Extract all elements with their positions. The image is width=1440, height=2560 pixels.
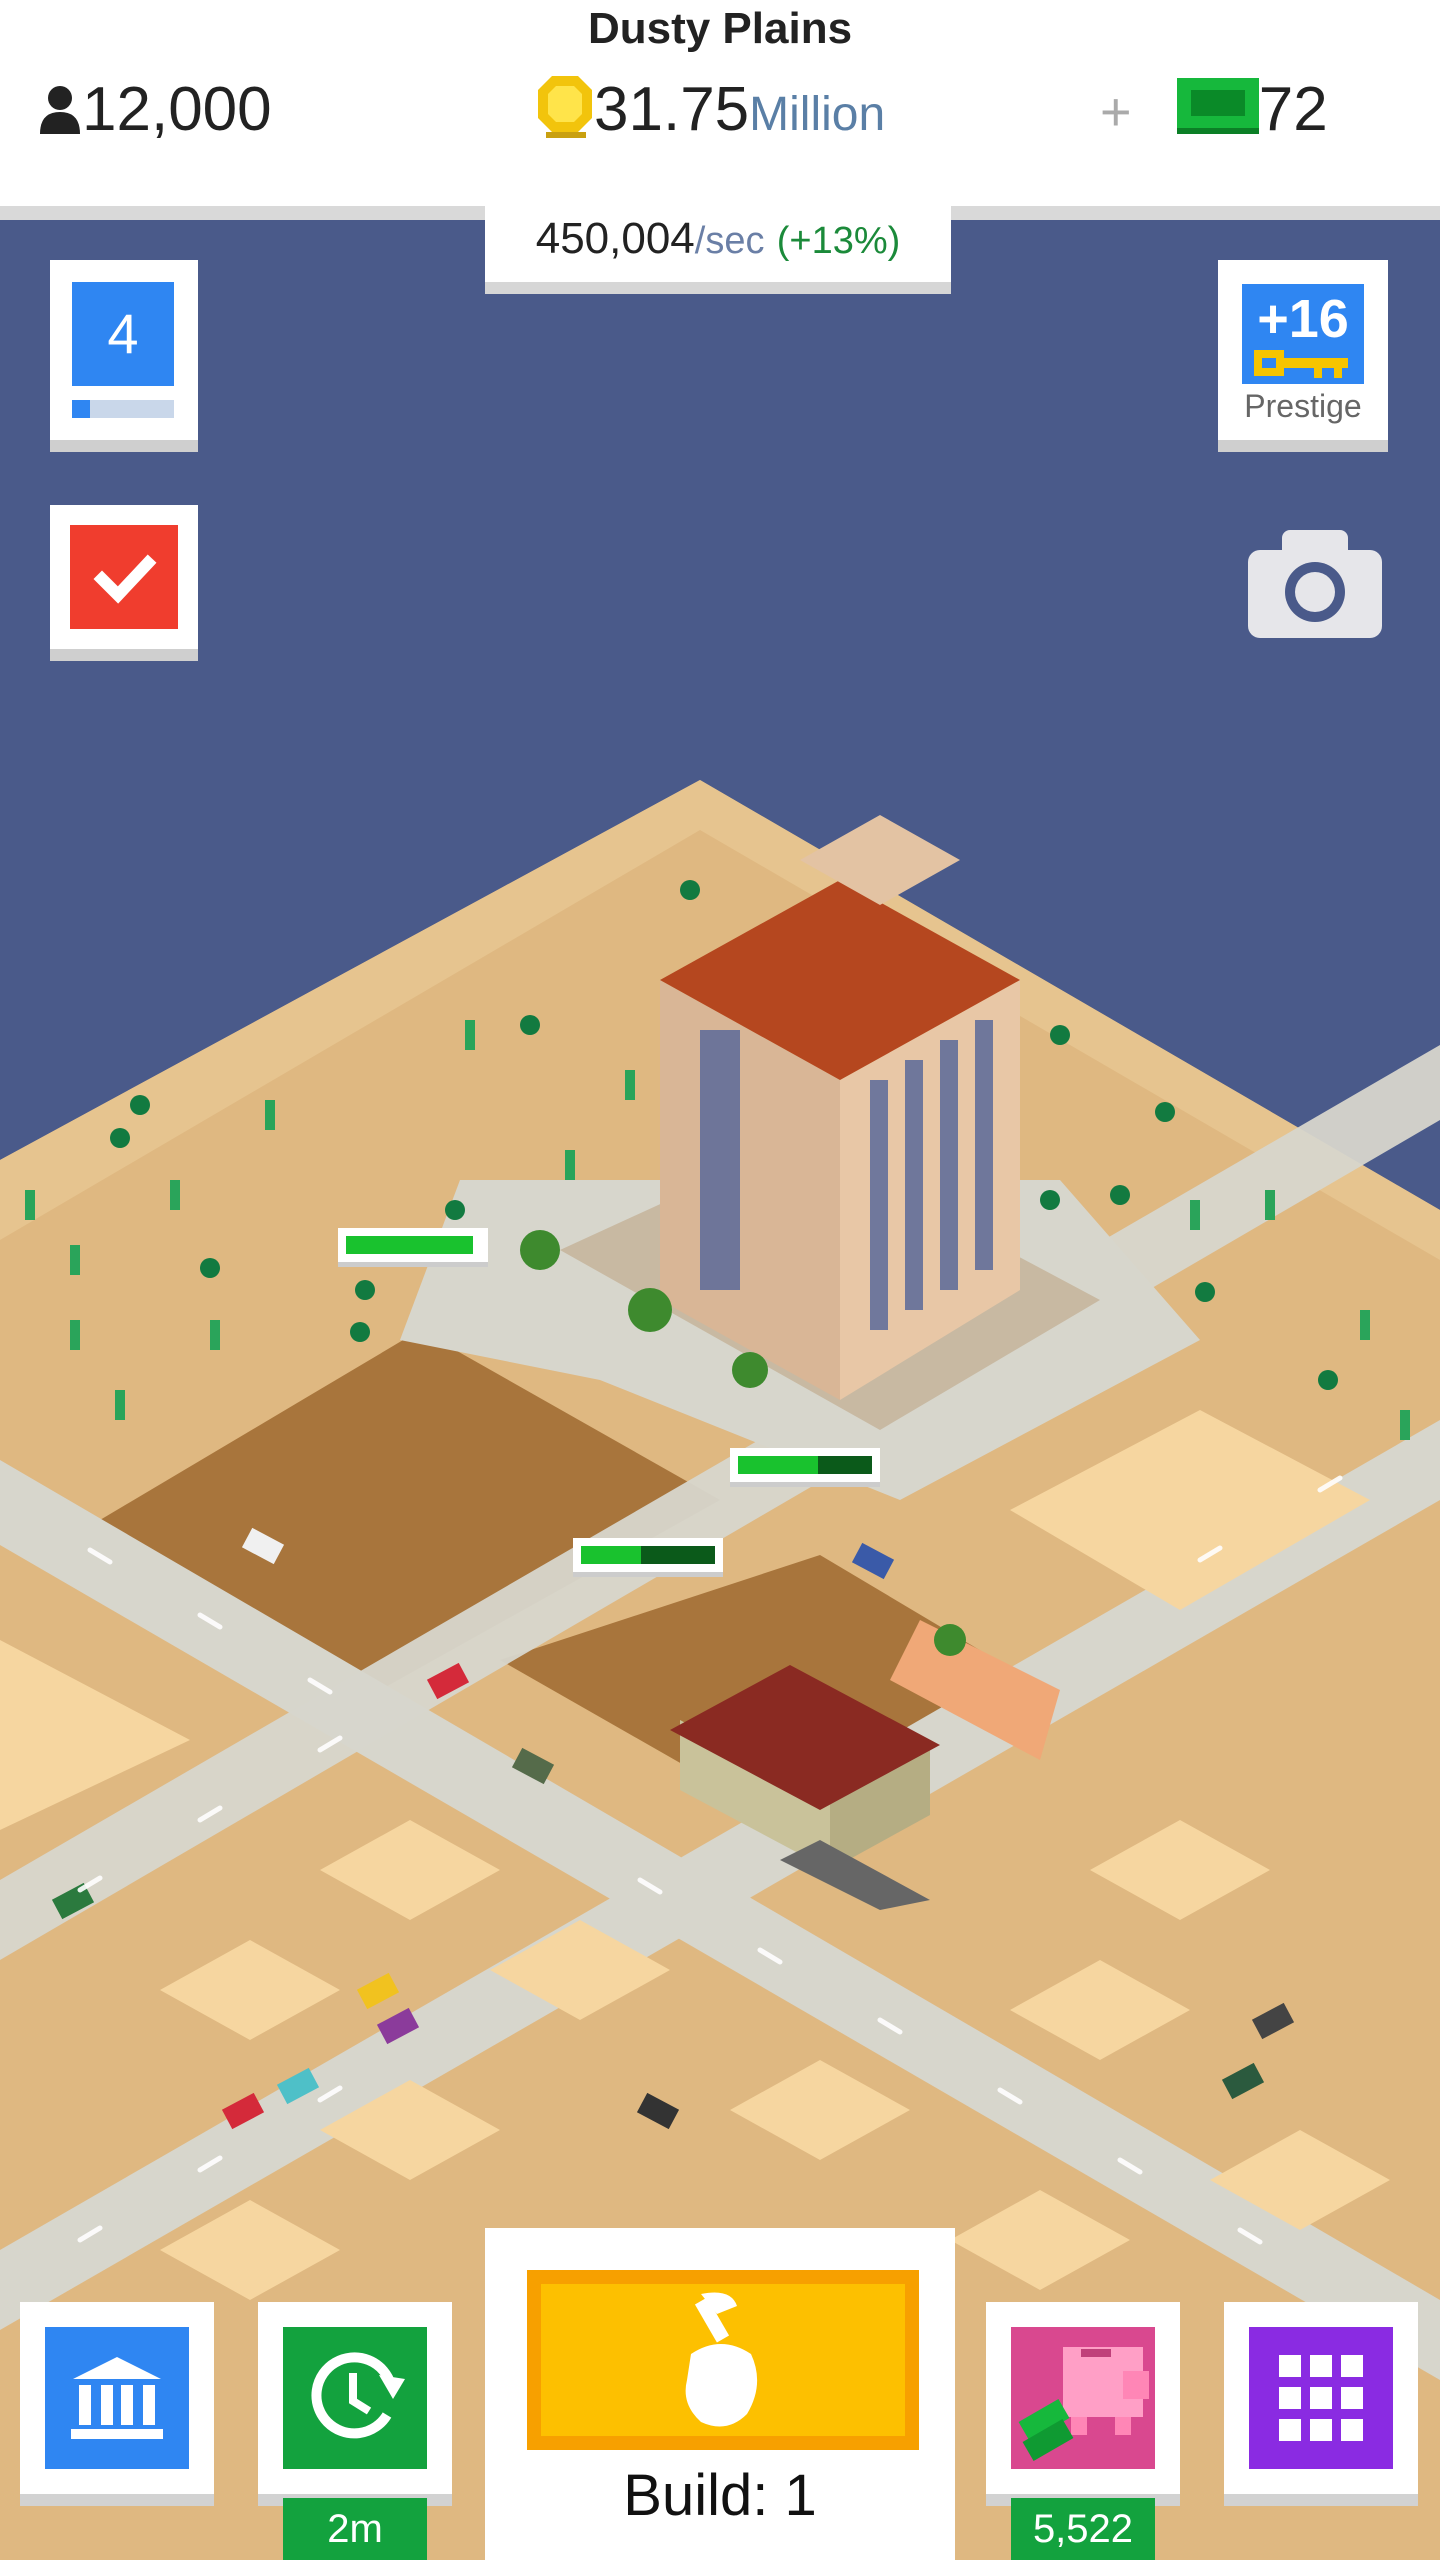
tasks-icon-bg — [70, 525, 178, 629]
level-progress-fill — [72, 400, 91, 418]
coin-counter: 31.75Million — [536, 70, 885, 155]
income-unit: /sec — [694, 220, 765, 262]
piggy-bank-badge: 5,522 — [1011, 2498, 1155, 2560]
coin-unit: Million — [749, 88, 886, 141]
population-counter: 12,000 — [38, 70, 272, 150]
lot-progress-bar — [573, 1538, 723, 1577]
tasks-button[interactable] — [50, 505, 198, 661]
prestige-keys: +16 — [1257, 289, 1349, 349]
level-button[interactable]: 4 — [50, 260, 198, 452]
cash-icon — [1176, 78, 1259, 134]
piggy-bank-icon — [1018, 2347, 1149, 2462]
income-value: 450,004 — [535, 214, 695, 263]
level-value: 4 — [72, 282, 174, 386]
hammer-hand-icon — [685, 2292, 758, 2427]
top-bar: Dusty Plains 12,000 31.75Million + 72 — [0, 0, 1440, 206]
cash-counter[interactable]: + 72 — [1100, 70, 1328, 152]
income-rate: 450,004/sec (+13%) — [485, 196, 951, 294]
lot-progress-fill — [346, 1236, 474, 1254]
level-progress-bar — [72, 400, 174, 418]
camera-icon[interactable] — [1248, 528, 1382, 638]
person-icon — [40, 86, 80, 134]
lot-progress-bar — [338, 1228, 488, 1267]
prestige-button[interactable]: +16 Prestige — [1218, 260, 1388, 452]
key-icon — [1254, 350, 1348, 378]
location-name: Dusty Plains — [587, 4, 853, 53]
bank-icon — [71, 2357, 163, 2439]
income-bonus: (+13%) — [776, 220, 901, 262]
check-icon — [93, 554, 157, 604]
time-warp-badge: 2m — [283, 2498, 427, 2560]
population-value: 12,000 — [82, 75, 272, 144]
piggy-bank-button[interactable] — [986, 2302, 1180, 2506]
build-icon-bg — [527, 2270, 919, 2450]
prestige-icon-bg: +16 — [1242, 284, 1364, 384]
coin-icon — [538, 76, 592, 138]
clock-refresh-icon — [311, 2352, 405, 2439]
coin-value: 31.75 — [594, 75, 750, 144]
add-cash-plus[interactable]: + — [1100, 82, 1132, 142]
bank-button[interactable] — [20, 2302, 214, 2506]
cash-value: 72 — [1258, 75, 1328, 144]
lot-progress-fill — [738, 1456, 819, 1474]
prestige-label: Prestige — [1244, 388, 1362, 424]
build-button[interactable]: Build: 1 — [485, 2228, 955, 2560]
build-label: Build: 1 — [623, 2463, 817, 2528]
lot-progress-bar — [730, 1448, 880, 1487]
grid-menu-icon — [1279, 2355, 1363, 2441]
time-warp-button[interactable] — [258, 2302, 452, 2506]
menu-grid-button[interactable] — [1224, 2302, 1418, 2506]
lot-progress-fill — [581, 1546, 642, 1564]
